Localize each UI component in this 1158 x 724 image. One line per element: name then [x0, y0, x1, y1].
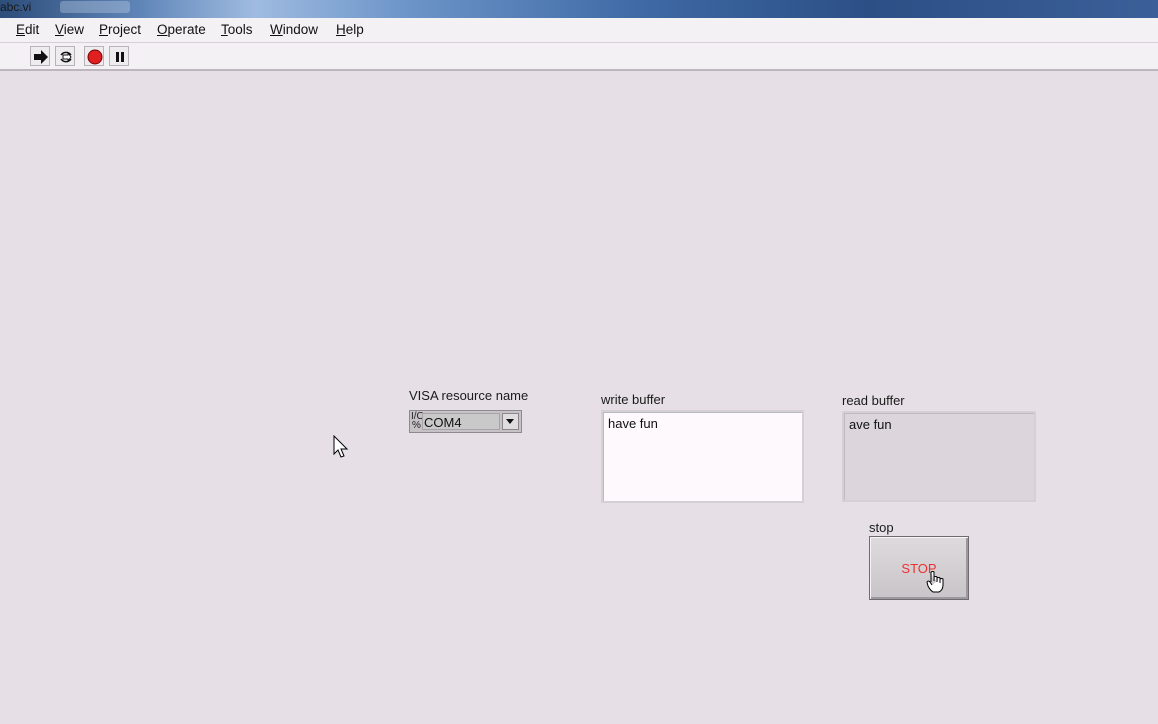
menu-operate-rest: perate	[167, 22, 206, 37]
visa-resource-control[interactable]: I/O % COM4	[409, 410, 522, 433]
run-arrow-icon	[34, 50, 48, 64]
menu-help-mnemonic: H	[336, 22, 346, 37]
menu-project-mnemonic: P	[99, 22, 109, 37]
abort-execution-button[interactable]	[84, 46, 104, 66]
menu-window[interactable]: Window	[270, 22, 318, 37]
chevron-down-icon[interactable]	[502, 413, 519, 430]
hand-cursor-icon	[926, 571, 944, 593]
menu-project[interactable]: Project	[99, 22, 141, 37]
menu-help-rest: elp	[345, 22, 364, 37]
window-title: abc.vi	[0, 0, 32, 14]
pause-button[interactable]	[109, 46, 129, 66]
menu-window-rest: indow	[282, 22, 319, 37]
menu-help[interactable]: Help	[336, 22, 364, 37]
menu-view-mnemonic: V	[55, 22, 64, 37]
menu-tools[interactable]: Tools	[221, 22, 253, 37]
visa-resource-value[interactable]: COM4	[422, 413, 500, 430]
menu-view[interactable]: View	[55, 22, 84, 37]
io-prefix-glyph: I/O %	[411, 411, 425, 431]
pause-icon	[116, 52, 124, 62]
arrow-cursor-icon	[333, 435, 349, 458]
stop-button[interactable]: STOP	[869, 536, 969, 600]
title-bar: abc.vi	[0, 0, 1158, 18]
menu-tools-mnemonic: T	[221, 22, 228, 37]
stop-button-text: STOP	[901, 561, 937, 576]
menu-operate-mnemonic: O	[157, 22, 168, 37]
run-continuously-icon	[60, 51, 72, 63]
read-buffer-indicator: ave fun	[842, 411, 1036, 502]
write-buffer-input[interactable]: have fun	[601, 410, 804, 503]
run-continuously-button[interactable]	[55, 46, 75, 66]
title-bar-blur	[60, 1, 130, 13]
menu-edit[interactable]: Edit	[16, 22, 39, 37]
menu-view-rest: iew	[63, 22, 85, 37]
menu-bar: Edit View Project Operate Tools Window H…	[0, 18, 1158, 43]
menu-operate[interactable]: Operate	[157, 22, 206, 37]
write-buffer-label: write buffer	[601, 392, 666, 407]
abort-execution-icon	[87, 49, 103, 65]
menu-edit-mnemonic: E	[16, 22, 26, 37]
toolbar	[0, 43, 1158, 71]
visa-resource-label: VISA resource name	[409, 388, 529, 403]
menu-tools-rest: ools	[227, 22, 253, 37]
stop-label: stop	[869, 520, 894, 535]
menu-window-mnemonic: W	[270, 22, 283, 37]
menu-edit-rest: dit	[25, 22, 40, 37]
run-button[interactable]	[30, 46, 50, 66]
read-buffer-label: read buffer	[842, 393, 905, 408]
menu-project-rest: roject	[108, 22, 142, 37]
